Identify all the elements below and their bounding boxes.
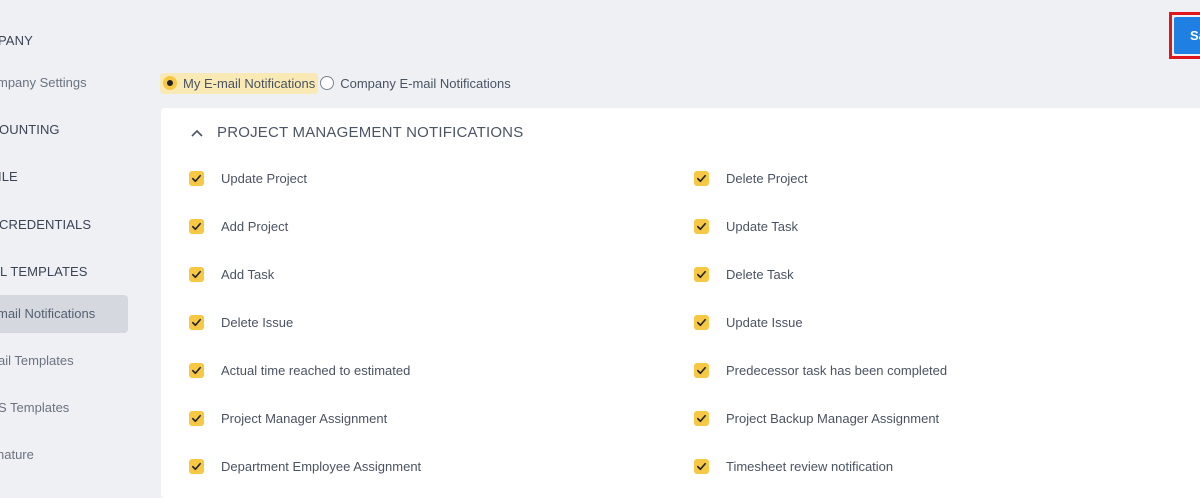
notification-option-label: Department Employee Assignment (221, 459, 422, 474)
sidebar-section-email-templates: L TEMPLATES (0, 264, 88, 279)
notification-option[interactable]: Add Project (189, 219, 288, 234)
checkbox-checked-icon[interactable] (694, 315, 709, 330)
sidebar-item-company-settings[interactable]: mpany Settings (0, 75, 87, 90)
notification-option-label: Delete Issue (221, 315, 294, 330)
notification-option-label: Actual time reached to estimated (221, 363, 411, 378)
radio-my-email-notifications[interactable]: My E-mail Notifications (160, 72, 319, 94)
notification-option[interactable]: Project Manager Assignment (189, 411, 387, 426)
sidebar-item-sms-templates[interactable]: S Templates (0, 400, 69, 415)
checkbox-checked-icon[interactable] (189, 171, 204, 186)
checkbox-checked-icon[interactable] (189, 267, 204, 282)
checkbox-checked-icon[interactable] (694, 459, 709, 474)
notification-option[interactable]: Delete Project (694, 171, 808, 186)
checkbox-checked-icon[interactable] (694, 411, 709, 426)
sidebar-item-signature[interactable]: nature (0, 447, 34, 462)
notification-option-label: Add Task (221, 267, 275, 282)
checkbox-checked-icon[interactable] (189, 411, 204, 426)
sidebar-section-credentials: CREDENTIALS (0, 217, 92, 232)
sidebar-item-email-notifications[interactable]: mail Notifications (0, 295, 128, 333)
chevron-up-icon[interactable] (189, 125, 205, 141)
checkbox-checked-icon[interactable] (189, 315, 204, 330)
notification-option[interactable]: Actual time reached to estimated (189, 363, 410, 378)
panel-title: PROJECT MANAGEMENT NOTIFICATIONS (217, 124, 524, 141)
notification-option-label: Delete Project (726, 171, 808, 186)
notification-option-label: Update Issue (726, 315, 803, 330)
notification-option[interactable]: Update Project (189, 171, 307, 186)
sidebar-item-email-templates[interactable]: ail Templates (0, 353, 74, 368)
checkbox-checked-icon[interactable] (189, 219, 204, 234)
notification-option[interactable]: Predecessor task has been completed (694, 363, 947, 378)
notification-option-label: Project Backup Manager Assignment (726, 411, 940, 426)
notification-option[interactable]: Update Task (694, 219, 798, 234)
radio-my-label: My E-mail Notifications (183, 75, 316, 91)
checkbox-checked-icon[interactable] (694, 171, 709, 186)
notification-option-label: Delete Task (726, 267, 794, 282)
notification-option[interactable]: Delete Task (694, 267, 794, 282)
radio-selected-icon[interactable] (163, 76, 177, 90)
notification-option-label: Update Project (221, 171, 307, 186)
radio-company-label: Company E-mail Notifications (340, 75, 511, 91)
checkbox-checked-icon[interactable] (694, 219, 709, 234)
radio-unselected-icon[interactable] (320, 76, 335, 90)
radio-company-email-notifications[interactable]: Company E-mail Notifications (320, 76, 511, 91)
notification-option[interactable]: Timesheet review notification (694, 459, 893, 474)
panel-header[interactable]: PROJECT MANAGEMENT NOTIFICATIONS (189, 124, 523, 141)
notification-option[interactable]: Update Issue (694, 315, 803, 330)
sidebar: PANY mpany Settings OUNTING ILE CREDENTI… (0, 0, 160, 482)
notification-option-label: Add Project (221, 219, 289, 234)
notification-option[interactable]: Department Employee Assignment (189, 459, 421, 474)
sidebar-section-accounting: OUNTING (0, 122, 60, 137)
sidebar-section-company: PANY (0, 33, 33, 48)
notification-scope-toggle: My E-mail Notifications Company E-mail N… (160, 72, 511, 94)
checkbox-checked-icon[interactable] (189, 363, 204, 378)
sidebar-section-profile: ILE (0, 169, 18, 184)
save-button[interactable]: Sa (1174, 17, 1200, 54)
notification-option-label: Update Task (726, 219, 799, 234)
save-button-highlight: Sa (1169, 12, 1200, 59)
notification-option-label: Timesheet review notification (726, 459, 894, 474)
notification-option-label: Project Manager Assignment (221, 411, 388, 426)
notification-option-label: Predecessor task has been completed (726, 363, 948, 378)
notification-option[interactable]: Delete Issue (189, 315, 293, 330)
checkbox-checked-icon[interactable] (189, 459, 204, 474)
checkbox-checked-icon[interactable] (694, 363, 709, 378)
notification-option[interactable]: Project Backup Manager Assignment (694, 411, 939, 426)
notification-option[interactable]: Add Task (189, 267, 274, 282)
checkbox-checked-icon[interactable] (694, 267, 709, 282)
notifications-panel: PROJECT MANAGEMENT NOTIFICATIONS Update … (161, 108, 1200, 498)
sidebar-item-label: mail Notifications (0, 306, 96, 321)
